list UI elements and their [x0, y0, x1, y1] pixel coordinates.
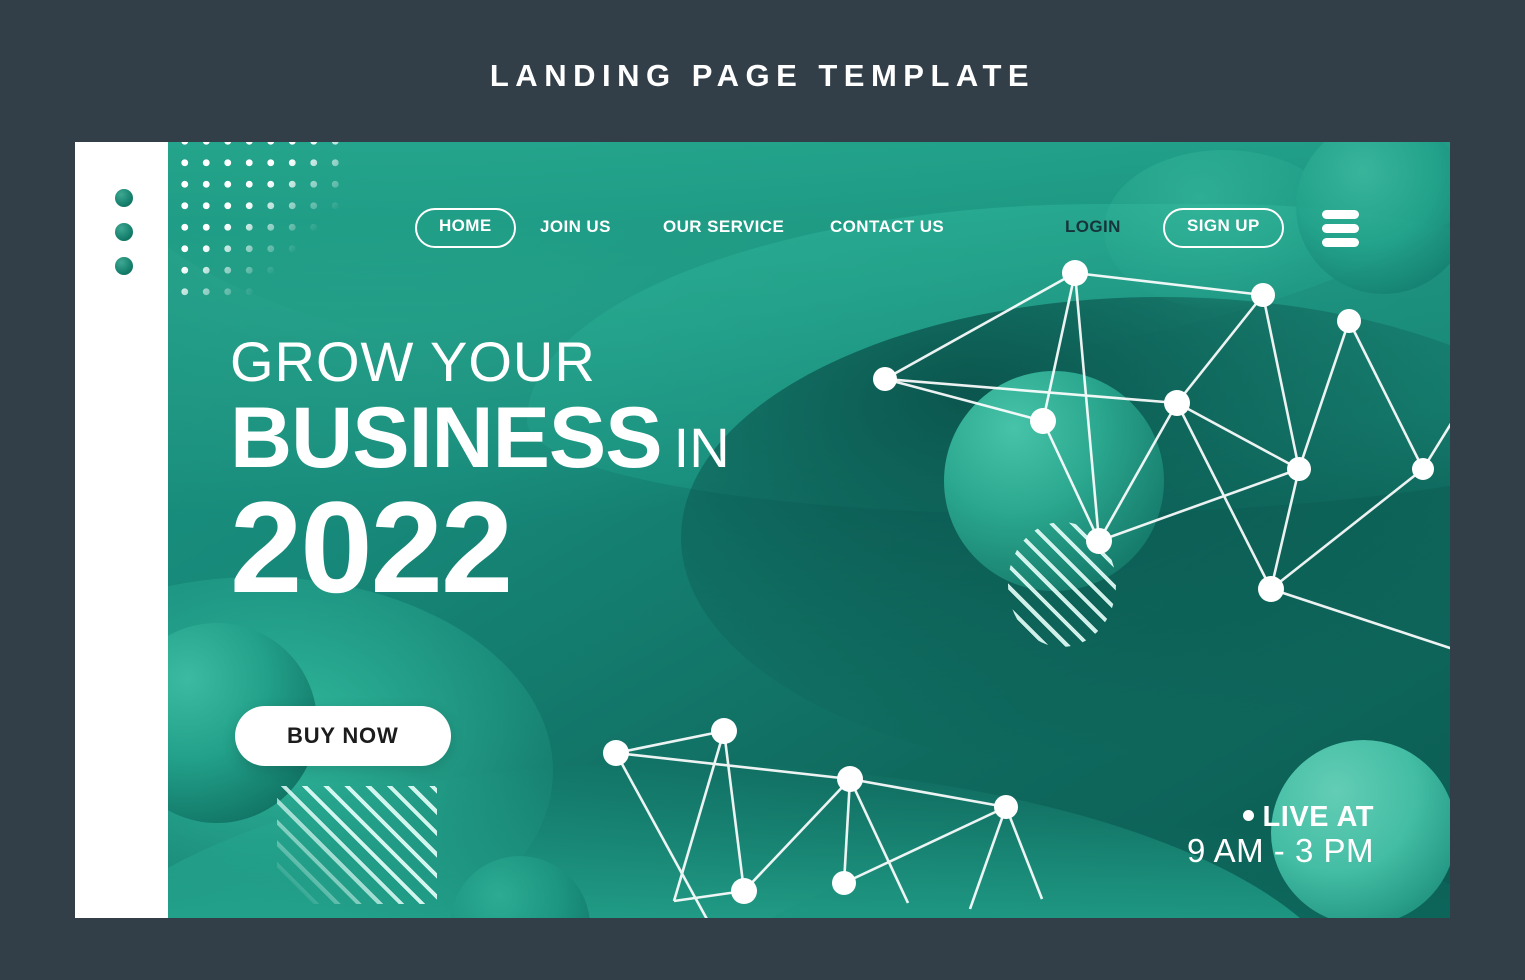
nav-item-login[interactable]: LOGIN — [1065, 208, 1121, 246]
hamburger-bar — [1322, 210, 1359, 219]
hero-headline-line2: BUSINESS IN — [230, 395, 730, 481]
hamburger-bar — [1322, 238, 1359, 247]
hamburger-bar — [1322, 224, 1359, 233]
circular-stripe-disc-icon — [1007, 522, 1116, 648]
landing-page-template: LANDING PAGE TEMPLATE HOME JOIN US OUR S… — [0, 0, 1525, 980]
hero-headline-in: IN — [673, 416, 730, 479]
nav-item-home[interactable]: HOME — [415, 208, 516, 248]
nav-item-contact-us[interactable]: CONTACT US — [830, 208, 944, 246]
template-card: HOME JOIN US OUR SERVICE CONTACT US LOGI… — [75, 142, 1450, 918]
sidebar-dot-icon — [115, 189, 133, 207]
live-at-time: 9 AM - 3 PM — [1186, 832, 1374, 870]
hero-headline-business: BUSINESS — [230, 390, 663, 486]
sphere-bottom-left — [450, 855, 591, 918]
buy-now-button[interactable]: BUY NOW — [235, 706, 451, 766]
nav-item-join-us[interactable]: JOIN US — [540, 208, 611, 246]
live-at-block: LIVE AT 9 AM - 3 PM — [1187, 802, 1374, 870]
sidebar-dot-icon — [115, 257, 133, 275]
dot-icon — [1242, 809, 1254, 821]
hero-headline-year: 2022 — [230, 473, 513, 620]
hamburger-icon[interactable] — [1322, 210, 1359, 252]
live-at-label: LIVE AT — [1262, 801, 1374, 833]
network-graph-bottom-left — [603, 717, 1044, 918]
diagonal-stripe-block-icon — [276, 786, 437, 905]
live-at-label-row: LIVE AT — [1187, 802, 1374, 832]
page-title: LANDING PAGE TEMPLATE — [489, 58, 1036, 93]
hero-headline-line1: GROW YOUR — [230, 330, 596, 393]
hero-copy: GROW YOUR BUSINESS IN 2022 — [230, 330, 730, 620]
nav-item-our-service[interactable]: OUR SERVICE — [663, 208, 784, 246]
nav-item-sign-up[interactable]: SIGN UP — [1163, 208, 1284, 248]
